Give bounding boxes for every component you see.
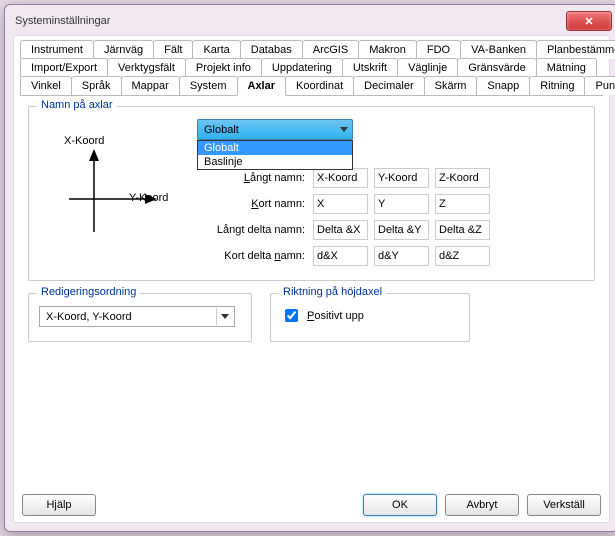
long-delta-x[interactable] (313, 220, 368, 240)
tab-makron[interactable]: Makron (358, 40, 417, 59)
tab-projekt-info[interactable]: Projekt info (185, 58, 262, 77)
group-axis-names: Namn på axlar X-Koord Y-Koord (28, 106, 595, 281)
tab-strip: InstrumentJärnvägFältKartaDatabasArcGISM… (20, 40, 603, 96)
tab-spr-k[interactable]: Språk (71, 76, 122, 95)
help-button[interactable]: Hjälp (22, 494, 96, 516)
tab-gr-nsv-rde[interactable]: Gränsvärde (457, 58, 536, 77)
axis-scope-option-baslinje[interactable]: Baslinje (198, 155, 352, 169)
group-height-direction: Riktning på höjdaxel Positivt upp (270, 293, 470, 342)
tab-sk-rm[interactable]: Skärm (424, 76, 478, 95)
axis-diagram-y-label: Y-Koord (129, 192, 168, 204)
tab-arcgis[interactable]: ArcGIS (302, 40, 359, 59)
positive-up-checkbox[interactable] (285, 309, 298, 322)
tab-ritning[interactable]: Ritning (529, 76, 585, 95)
chevron-down-icon (221, 314, 229, 319)
tab-system[interactable]: System (179, 76, 238, 95)
close-icon: ✕ (584, 15, 593, 28)
titlebar: Systeminställningar ✕ (5, 5, 615, 33)
short-name-z[interactable] (435, 194, 490, 214)
label-short-name: Kort namn: (197, 198, 307, 210)
tab-koordinat[interactable]: Koordinat (285, 76, 354, 95)
short-delta-z[interactable] (435, 246, 490, 266)
long-delta-y[interactable] (374, 220, 429, 240)
tab-snapp[interactable]: Snapp (476, 76, 530, 95)
short-delta-x[interactable] (313, 246, 368, 266)
tab-m-tning[interactable]: Mätning (536, 58, 597, 77)
label-long-name: Långt namn: (197, 172, 307, 184)
positive-up-label: Positivt upp (307, 310, 364, 322)
group-edit-order-title: Redigeringsordning (37, 286, 140, 298)
tab-instrument[interactable]: Instrument (20, 40, 94, 59)
group-axis-names-title: Namn på axlar (37, 99, 117, 111)
edit-order-combo[interactable]: X-Koord, Y-Koord (39, 306, 235, 327)
window-title: Systeminställningar (15, 15, 110, 27)
content-area: InstrumentJärnvägFältKartaDatabasArcGISM… (13, 35, 610, 523)
axis-scope-value: Globalt (204, 124, 239, 136)
tab-f-lt[interactable]: Fält (153, 40, 193, 59)
close-button[interactable]: ✕ (566, 11, 612, 31)
tab-import-export[interactable]: Import/Export (20, 58, 108, 77)
cancel-button[interactable]: Avbryt (445, 494, 519, 516)
apply-button[interactable]: Verkställ (527, 494, 601, 516)
group-edit-order: Redigeringsordning X-Koord, Y-Koord (28, 293, 252, 342)
tab-databas[interactable]: Databas (240, 40, 303, 59)
tab-axlar[interactable]: Axlar (237, 76, 287, 96)
axlar-panel: Namn på axlar X-Koord Y-Koord (20, 96, 603, 494)
short-name-y[interactable] (374, 194, 429, 214)
tab-vinkel[interactable]: Vinkel (20, 76, 72, 95)
settings-dialog: Systeminställningar ✕ InstrumentJärnvägF… (4, 4, 615, 532)
tab-va-banken[interactable]: VA-Banken (460, 40, 537, 59)
short-delta-y[interactable] (374, 246, 429, 266)
axis-scope-option-globalt[interactable]: Globalt (198, 141, 352, 155)
axis-scope-dropdown[interactable]: Globalt Globalt Baslinje (197, 119, 353, 140)
tab-utskrift[interactable]: Utskrift (342, 58, 398, 77)
tab-mappar[interactable]: Mappar (121, 76, 180, 95)
ok-button[interactable]: OK (363, 494, 437, 516)
edit-order-value: X-Koord, Y-Koord (46, 311, 132, 323)
tab-decimaler[interactable]: Decimaler (353, 76, 425, 95)
long-name-z[interactable] (435, 168, 490, 188)
tab-punktinfo[interactable]: Punktinfo (584, 76, 615, 95)
label-long-delta: Långt delta namn: (197, 224, 307, 236)
long-name-x[interactable] (313, 168, 368, 188)
short-name-x[interactable] (313, 194, 368, 214)
tab-planbest-mmelser[interactable]: Planbestämmelser (536, 40, 615, 59)
long-name-y[interactable] (374, 168, 429, 188)
tab-j-rnv-g[interactable]: Järnväg (93, 40, 154, 59)
axis-diagram-x-label: X-Koord (64, 135, 104, 147)
tab-fdo[interactable]: FDO (416, 40, 461, 59)
tab-uppdatering[interactable]: Uppdatering (261, 58, 343, 77)
label-short-delta: Kort delta namn: (197, 250, 307, 262)
chevron-down-icon (340, 127, 348, 132)
positive-up-row[interactable]: Positivt upp (281, 306, 459, 325)
axis-scope-list: Globalt Baslinje (197, 140, 353, 170)
group-height-direction-title: Riktning på höjdaxel (279, 286, 386, 298)
long-delta-z[interactable] (435, 220, 490, 240)
axis-diagram: X-Koord Y-Koord (39, 137, 179, 247)
tab-v-glinje[interactable]: Väglinje (397, 58, 458, 77)
tab-verktygsf-lt[interactable]: Verktygsfält (107, 58, 186, 77)
dialog-buttons: Hjälp OK Avbryt Verkställ (20, 494, 603, 516)
tab-karta[interactable]: Karta (192, 40, 240, 59)
